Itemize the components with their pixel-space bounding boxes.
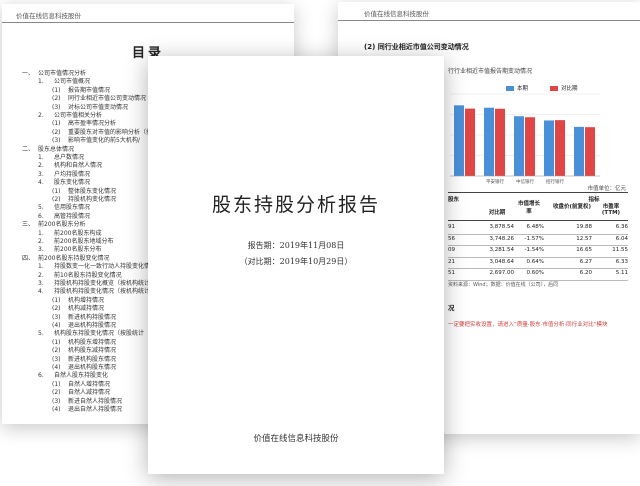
- report-date: 报告期：2019年11月08日: [247, 241, 345, 250]
- table-cell-growth: 0.64%: [526, 258, 544, 265]
- table-cell-cmp: 3,048.64: [489, 258, 515, 265]
- bar-current: [514, 116, 524, 176]
- table-row-rule: [448, 233, 628, 235]
- table-cell-pe: 5.11: [615, 270, 628, 276]
- x-tick-label: 招行银行: [546, 178, 564, 185]
- table-cell-close: 6.20: [579, 270, 592, 276]
- table-cell-close: 6.27: [579, 258, 592, 265]
- table-cell-growth: -1.54%: [524, 247, 544, 253]
- table-cell-growth: -1.57%: [524, 235, 544, 242]
- col-header-pe: 市盈率(TTM): [601, 204, 621, 216]
- table-cell-growth: 0.60%: [526, 270, 544, 276]
- table-cell-close: 16.65: [576, 247, 592, 253]
- x-tick-label: 平安银行: [486, 178, 504, 185]
- table-unit: 市值单位：亿元: [587, 186, 626, 192]
- bar-compare: [465, 108, 475, 176]
- toc-row: (4) 退出自然人持股情况: [52, 404, 122, 413]
- x-tick-label: 中信银行: [516, 178, 534, 185]
- table-cell-cmp: 3,748.26: [489, 235, 515, 242]
- table-cell-left: 91: [448, 224, 455, 230]
- report-title: 股东持股分析报告: [211, 194, 380, 216]
- table-header-rule: [448, 220, 628, 221]
- col-header-growth: 市值增长率: [518, 201, 541, 215]
- toc-text: 影响市值变化的前5大机构/: [68, 137, 140, 145]
- toc-number: 四、: [22, 254, 35, 262]
- col-header-compare: 对比期: [488, 210, 506, 216]
- company-name: 价值在线信息科技股份: [253, 434, 339, 444]
- table-cell-cmp: 3,878.54: [489, 224, 515, 230]
- table-cell-close: 12.57: [576, 235, 592, 242]
- bar-current: [574, 126, 584, 176]
- table-cell-left: 09: [448, 247, 455, 253]
- warning-note: 一定要把实收设置，请进入“质量·股东·市值分析·同行业对比”模块: [448, 322, 608, 328]
- bar-compare: [525, 117, 535, 176]
- bar-current: [484, 107, 494, 176]
- table-cell-pe: 6.36: [615, 224, 628, 230]
- header-rule: [2, 22, 294, 23]
- cover-page: 股东持股分析报告 报告期：2019年11月08日 （对比期：2019年10月29…: [148, 56, 444, 474]
- table-cell-left: 21: [448, 258, 455, 265]
- toc-page-header: 价值在线信息科技股份: [16, 12, 81, 20]
- table-cell-cmp: 3,281.54: [489, 247, 515, 253]
- bar-compare: [555, 120, 565, 176]
- col-header-close: 收盘价(前复权): [552, 204, 592, 210]
- bar-current: [454, 105, 464, 176]
- table-source: 资料来源：Wind；数据：价值在线（公司），后同: [448, 282, 559, 288]
- table-cell-pe: 6.33: [615, 258, 628, 265]
- table-row-rule: [448, 268, 628, 269]
- table-cell-cmp: 2,697.00: [489, 270, 515, 276]
- table-cell-pe: 6.04: [615, 235, 628, 242]
- toc-number: 三、: [22, 221, 35, 229]
- table-cell-close: 19.88: [576, 224, 592, 230]
- table-cell-pe: 11.55: [612, 247, 628, 253]
- table-top-rule: [448, 192, 628, 193]
- bar-compare: [585, 127, 595, 176]
- toc-number: 二、: [22, 145, 35, 153]
- table-row-rule: [448, 245, 628, 246]
- table-cell-growth: 6.48%: [526, 224, 544, 230]
- table-cell-left: 56: [448, 235, 455, 242]
- section-2-heading: 况: [448, 304, 455, 312]
- table-cell-left: 51: [448, 270, 455, 276]
- table-row-rule: [448, 256, 628, 258]
- table-header-left: 股东: [448, 197, 460, 203]
- toc-text: 退出自然人持股情况: [68, 406, 123, 413]
- toc-number: 一、: [22, 70, 35, 77]
- bar-current: [544, 120, 554, 176]
- compare-date: （对比期：2019年10月29日）: [239, 257, 353, 266]
- bar-compare: [495, 108, 505, 176]
- toc-number: (4): [52, 406, 61, 413]
